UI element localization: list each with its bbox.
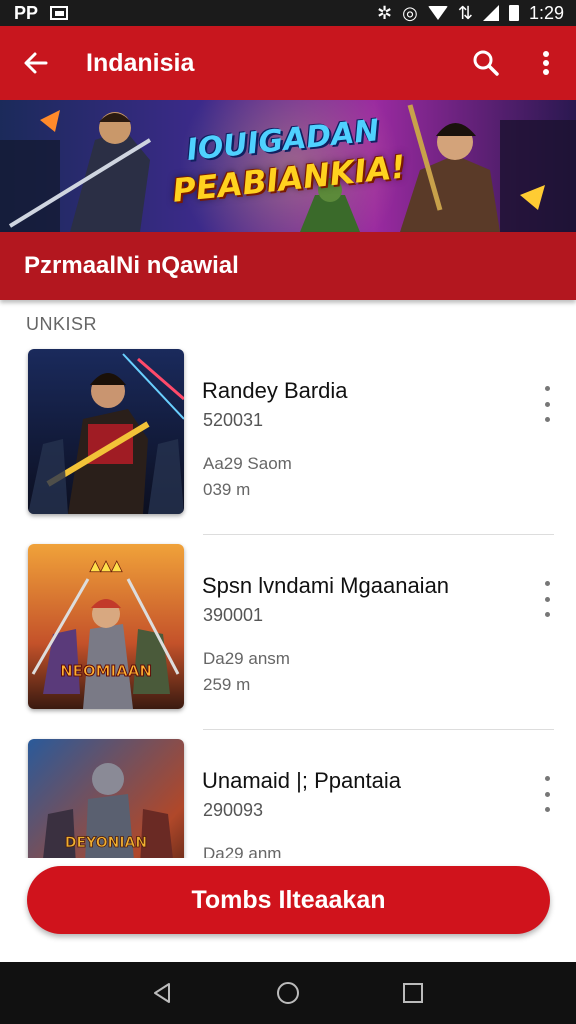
list-heading: UNKISR bbox=[26, 314, 98, 334]
vibrate-icon: ✲ bbox=[377, 2, 393, 23]
more-vert-icon bbox=[543, 51, 549, 75]
item-subtitle: Aa29 Saom bbox=[203, 454, 292, 473]
more-dot bbox=[544, 417, 550, 422]
item-thumbnail bbox=[28, 349, 184, 514]
search-button[interactable] bbox=[456, 26, 516, 100]
page-title: Indanisia bbox=[86, 48, 195, 77]
signal-icon bbox=[482, 5, 499, 21]
data-icon: ⇅ bbox=[457, 2, 473, 23]
item-title: Spsn lvndami Mgaanaian bbox=[202, 573, 450, 598]
nav-recents-icon bbox=[403, 983, 424, 1003]
thumb-caption: DEYONIAN bbox=[65, 835, 147, 851]
more-vert-icon bbox=[544, 776, 550, 781]
more-dot bbox=[544, 612, 550, 617]
item-thumbnail: ▲▲▲ NEOMIAAN bbox=[28, 544, 184, 709]
nav-recents-button[interactable] bbox=[393, 973, 433, 1013]
gallery-icon bbox=[50, 6, 69, 20]
more-dot bbox=[544, 807, 550, 812]
list-item[interactable]: ▲▲▲ NEOMIAAN Spsn lvndami Mgaanaian 3900… bbox=[0, 535, 576, 730]
status-left-text: PP bbox=[14, 2, 39, 23]
section-title: PzrmaalNi nQawial bbox=[24, 252, 239, 279]
nav-back-button[interactable] bbox=[143, 973, 183, 1013]
status-time: 1:29 bbox=[528, 2, 564, 23]
list-item[interactable]: DEYONIAN Unamaid |; Ppantaia 290093 Da29… bbox=[0, 730, 576, 858]
overflow-menu-button[interactable] bbox=[516, 26, 576, 100]
item-distance: 039 m bbox=[203, 480, 251, 499]
nav-home-icon bbox=[276, 982, 299, 1004]
more-vert-icon bbox=[544, 386, 550, 391]
back-button[interactable] bbox=[0, 26, 72, 100]
item-more-button[interactable] bbox=[536, 581, 558, 617]
promo-banner[interactable]: IOUIGADAN PEABIANKIA! bbox=[0, 100, 576, 232]
list-item[interactable]: Randey Bardia 520031 Aa29 Saom 039 m bbox=[0, 340, 576, 535]
thumb-caption: NEOMIAAN bbox=[60, 662, 152, 680]
item-more-button[interactable] bbox=[536, 776, 558, 812]
battery-icon bbox=[508, 5, 519, 21]
item-code: 520031 bbox=[203, 410, 264, 430]
wifi-icon bbox=[427, 6, 448, 20]
more-dot bbox=[544, 791, 550, 797]
primary-action-button[interactable]: Tombs Ilteaakan bbox=[27, 866, 550, 934]
game-list: Randey Bardia 520031 Aa29 Saom 039 m ▲▲▲… bbox=[0, 340, 576, 858]
sync-icon: ◎ bbox=[402, 2, 418, 23]
item-subtitle: Da29 anm bbox=[203, 844, 282, 858]
item-subtitle: Da29 ansm bbox=[203, 649, 290, 668]
back-arrow-icon bbox=[24, 52, 48, 74]
item-title: Randey Bardia bbox=[202, 378, 348, 403]
system-nav-bar bbox=[0, 962, 576, 1024]
item-distance: 259 m bbox=[203, 675, 251, 694]
item-title: Unamaid |; Ppantaia bbox=[202, 768, 401, 793]
search-icon bbox=[473, 50, 499, 76]
more-dot bbox=[544, 401, 550, 407]
item-code: 390001 bbox=[203, 605, 264, 625]
item-more-button[interactable] bbox=[536, 386, 558, 422]
nav-home-button[interactable] bbox=[268, 973, 308, 1013]
more-dot bbox=[544, 596, 550, 602]
item-thumbnail: DEYONIAN bbox=[28, 739, 184, 858]
status-bar: PP ✲ ◎ ⇅ 1:29 bbox=[0, 0, 576, 26]
item-code: 290093 bbox=[203, 800, 264, 820]
svg-text:▲▲▲: ▲▲▲ bbox=[90, 558, 123, 574]
section-header: PzrmaalNi nQawial bbox=[0, 232, 576, 300]
more-vert-icon bbox=[544, 581, 550, 586]
nav-back-icon bbox=[153, 983, 170, 1003]
app-bar: Indanisia bbox=[0, 26, 576, 100]
